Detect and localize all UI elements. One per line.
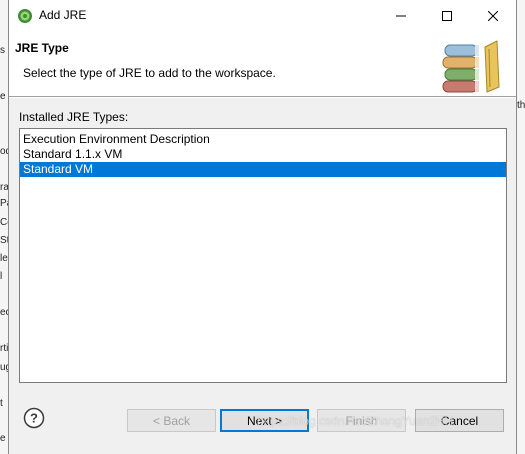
minimize-button[interactable] <box>378 0 424 31</box>
bg-fragment: e <box>0 91 6 102</box>
svg-text:?: ? <box>30 411 38 426</box>
bg-fragment: s <box>0 45 5 56</box>
background-app-left: s e od ra Pa Co St le l ec rti ug t e S <box>0 0 8 454</box>
bg-fragment: ra <box>0 182 8 193</box>
installed-jre-types-label: Installed JRE Types: <box>19 110 129 124</box>
next-button[interactable]: Next > <box>220 409 309 432</box>
maximize-button[interactable] <box>424 0 470 31</box>
wizard-header: JRE Type Select the type of JRE to add t… <box>9 31 516 97</box>
close-icon <box>488 10 498 21</box>
minimize-icon <box>396 15 406 16</box>
page-title: JRE Type <box>15 41 69 55</box>
window-title: Add JRE <box>39 8 87 22</box>
app-icon <box>18 9 32 23</box>
list-item-execution-environment[interactable]: Execution Environment Description <box>20 132 506 147</box>
cancel-button[interactable]: Cancel <box>415 409 504 432</box>
background-app-right: th <box>517 0 525 454</box>
page-description: Select the type of JRE to add to the wor… <box>23 66 276 80</box>
title-bar[interactable]: Add JRE <box>9 0 516 31</box>
list-item-standard-1-1-x-vm[interactable]: Standard 1.1.x VM <box>20 147 506 162</box>
finish-button[interactable]: Finish <box>317 409 406 432</box>
bg-fragment: l <box>0 271 3 282</box>
bg-fragment: Co <box>0 217 8 228</box>
bg-fragment: ec <box>0 307 8 318</box>
bg-fragment: St <box>0 235 8 246</box>
bg-fragment: ug <box>0 362 8 373</box>
bg-fragment: e S <box>0 433 8 444</box>
library-books-icon <box>442 40 500 93</box>
add-jre-dialog: Add JRE JRE Type Select the type of JRE … <box>8 0 517 454</box>
list-item-standard-vm[interactable]: Standard VM <box>20 162 506 177</box>
bg-fragment: od <box>0 146 8 157</box>
maximize-icon <box>442 10 452 21</box>
jre-types-list[interactable]: Execution Environment Description Standa… <box>19 128 507 383</box>
back-button[interactable]: < Back <box>127 409 216 432</box>
bg-fragment: t <box>0 398 3 409</box>
bg-fragment: rti <box>0 343 8 354</box>
header-separator <box>9 97 516 98</box>
help-icon[interactable]: ? <box>23 407 45 429</box>
bg-fragment: le <box>0 253 8 264</box>
close-button[interactable] <box>470 0 516 31</box>
bg-fragment: Pa <box>0 198 8 209</box>
bg-fragment: th <box>517 100 525 111</box>
